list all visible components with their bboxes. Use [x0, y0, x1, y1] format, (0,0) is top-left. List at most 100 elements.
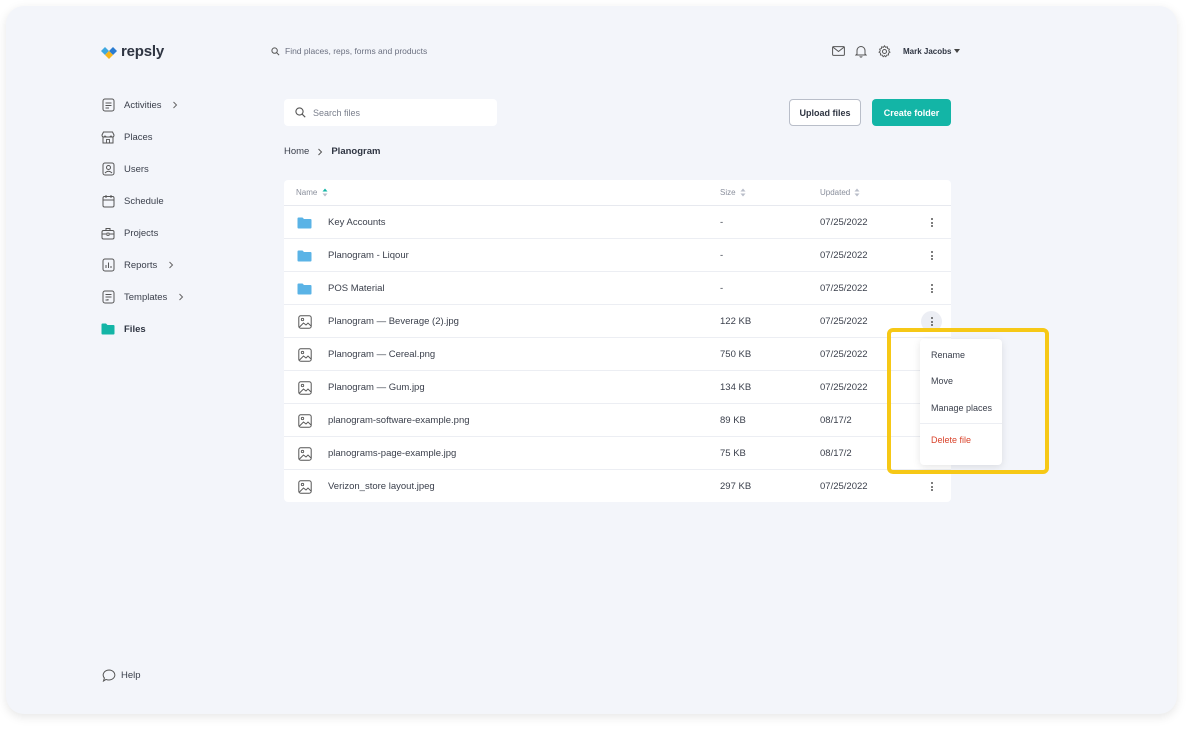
file-size: - [720, 249, 724, 261]
file-updated: 07/25/2022 [820, 216, 868, 228]
table-row[interactable]: Planogram — Cereal.png 750 KB 07/25/2022 [284, 338, 951, 371]
column-header-updated[interactable]: Updated [820, 188, 860, 197]
sidebar-item-activities[interactable]: Activities [101, 89, 184, 121]
global-search[interactable] [271, 46, 485, 56]
search-icon [271, 46, 280, 55]
sidebar-item-files[interactable]: Files [101, 313, 184, 345]
template-icon [101, 290, 115, 304]
file-name[interactable]: Planogram — Beverage (2).jpg [328, 316, 459, 327]
file-updated: 07/25/2022 [820, 282, 868, 294]
file-size: 122 KB [720, 315, 752, 327]
column-label: Size [720, 187, 736, 197]
breadcrumb: Home Planogram [284, 146, 380, 157]
chevron-right-icon [173, 101, 178, 109]
table-row[interactable]: POS Material - 07/25/2022 [284, 272, 951, 305]
sidebar-item-places[interactable]: Places [101, 121, 184, 153]
file-name[interactable]: Verizon_store layout.jpeg [328, 481, 435, 492]
image-file-icon [297, 413, 312, 428]
chart-icon [101, 258, 115, 272]
file-name[interactable]: Key Accounts [328, 217, 386, 228]
global-search-input[interactable] [285, 46, 485, 56]
sidebar-item-projects[interactable]: Projects [101, 217, 184, 249]
column-label: Updated [820, 187, 851, 197]
sidebar-item-users[interactable]: Users [101, 153, 184, 185]
sidebar-item-label: Places [124, 131, 153, 143]
bell-icon[interactable] [853, 43, 869, 59]
more-options-icon[interactable] [921, 212, 942, 233]
repsly-logo[interactable]: repsly [100, 43, 164, 60]
sort-icon [854, 188, 860, 197]
folder-icon [101, 322, 115, 336]
file-name[interactable]: planograms-page-example.jpg [328, 448, 456, 459]
store-icon [101, 130, 115, 144]
create-folder-button[interactable]: Create folder [872, 99, 951, 126]
sidebar-item-label: Projects [124, 227, 159, 239]
gear-icon[interactable] [876, 43, 892, 59]
sort-icon [740, 188, 746, 197]
file-updated: 07/25/2022 [820, 381, 868, 393]
caret-down-icon [954, 49, 961, 53]
file-size: 750 KB [720, 348, 752, 360]
mail-icon[interactable] [830, 43, 846, 59]
sort-ascending-icon [322, 188, 328, 197]
more-options-icon[interactable] [921, 245, 942, 266]
sidebar-nav: Activities Places Users Schedule Project… [101, 89, 184, 345]
sidebar-item-label: Reports [124, 259, 158, 271]
chevron-right-icon [318, 148, 323, 155]
sidebar-item-label: Templates [124, 291, 168, 303]
sidebar-item-templates[interactable]: Templates [101, 281, 184, 313]
menu-item-rename[interactable]: Rename [931, 350, 965, 360]
sidebar-item-label: Activities [124, 99, 162, 111]
table-row[interactable]: Planogram - Liqour - 07/25/2022 [284, 239, 951, 272]
more-options-icon[interactable] [921, 476, 942, 497]
file-name[interactable]: Planogram — Gum.jpg [328, 382, 425, 393]
file-search-input[interactable] [313, 107, 483, 118]
column-header-size[interactable]: Size [720, 188, 746, 197]
image-file-icon [297, 380, 312, 395]
table-row[interactable]: planogram-software-example.png 89 KB 08/… [284, 404, 951, 437]
file-size: 297 KB [720, 481, 752, 492]
breadcrumb-current: Planogram [331, 146, 381, 157]
file-updated: 08/17/2 [820, 414, 852, 426]
more-options-icon[interactable] [921, 311, 942, 332]
table-row[interactable]: Planogram — Beverage (2).jpg 122 KB 07/2… [284, 305, 951, 338]
activities-icon [101, 98, 115, 112]
file-updated: 07/25/2022 [820, 481, 868, 492]
file-search[interactable] [284, 99, 497, 126]
chat-bubble-icon [102, 669, 116, 682]
file-name[interactable]: planogram-software-example.png [328, 415, 470, 426]
file-size: 75 KB [720, 447, 746, 459]
table-row[interactable]: Planogram — Gum.jpg 134 KB 07/25/2022 [284, 371, 951, 404]
upload-files-button[interactable]: Upload files [789, 99, 861, 126]
column-label: Name [296, 187, 318, 197]
user-menu[interactable]: Mark Jacobs [903, 46, 961, 56]
file-name[interactable]: POS Material [328, 283, 385, 294]
breadcrumb-home[interactable]: Home [284, 146, 309, 157]
file-size: - [720, 216, 724, 228]
menu-item-manage-places[interactable]: Manage places [931, 403, 992, 413]
help-link[interactable]: Help [102, 669, 141, 682]
column-header-name[interactable]: Name [296, 188, 328, 197]
file-name[interactable]: Planogram - Liqour [328, 250, 409, 261]
sidebar-item-label: Users [124, 163, 149, 175]
files-table: Name Size Updated Key Accounts - 07/25/2… [284, 180, 951, 502]
more-options-icon[interactable] [921, 278, 942, 299]
menu-item-delete-file[interactable]: Delete file [931, 435, 971, 445]
chevron-right-icon [169, 261, 174, 269]
menu-item-move[interactable]: Move [931, 376, 953, 386]
table-header: Name Size Updated [284, 180, 951, 206]
table-row[interactable]: Key Accounts - 07/25/2022 [284, 206, 951, 239]
search-icon [295, 107, 306, 118]
logo-text: repsly [121, 43, 164, 60]
image-file-icon [297, 446, 312, 461]
file-name[interactable]: Planogram — Cereal.png [328, 349, 435, 360]
image-file-icon [297, 479, 312, 494]
table-row[interactable]: Verizon_store layout.jpeg 297 KB 07/25/2… [284, 470, 951, 503]
sidebar-item-label: Schedule [124, 195, 164, 207]
sidebar-item-schedule[interactable]: Schedule [101, 185, 184, 217]
sidebar-item-reports[interactable]: Reports [101, 249, 184, 281]
file-updated: 07/25/2022 [820, 315, 868, 327]
file-updated: 07/25/2022 [820, 249, 868, 261]
table-row[interactable]: planograms-page-example.jpg 75 KB 08/17/… [284, 437, 951, 470]
user-name: Mark Jacobs [903, 46, 952, 56]
